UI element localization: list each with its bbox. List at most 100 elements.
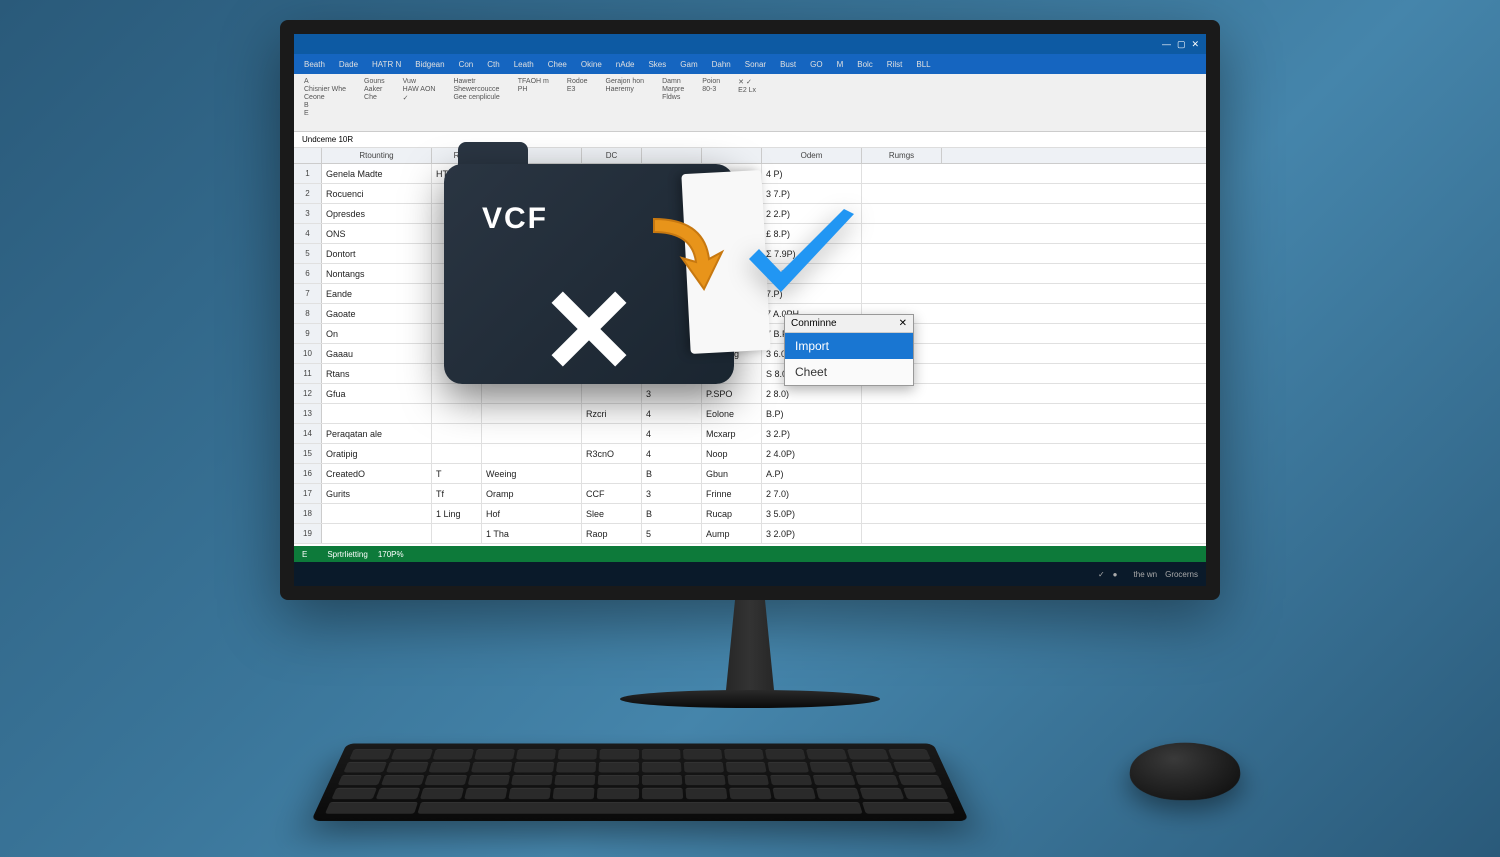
ribbon-tab[interactable]: Beath (304, 60, 325, 69)
row-header[interactable]: 11 (294, 364, 322, 383)
taskbar-item[interactable]: ✓ (1098, 570, 1105, 579)
cell[interactable]: Oramp (482, 484, 582, 503)
ribbon-control[interactable]: E2 Lx (738, 87, 756, 94)
ribbon-control[interactable]: ✕ ✓ (738, 78, 756, 86)
row-header[interactable]: 5 (294, 244, 322, 263)
row-header[interactable]: 3 (294, 204, 322, 223)
cell[interactable]: 1 Tha (482, 524, 582, 543)
cell[interactable]: 3 (642, 484, 702, 503)
cell[interactable] (582, 424, 642, 443)
row-header[interactable]: 6 (294, 264, 322, 283)
cell[interactable]: Aump (702, 524, 762, 543)
taskbar-item[interactable]: Grocerns (1165, 570, 1198, 579)
cell[interactable] (322, 404, 432, 423)
cell[interactable]: Tf (432, 484, 482, 503)
ribbon-tab[interactable]: HATR N (372, 60, 401, 69)
ribbon-control[interactable]: HAW AON (403, 86, 436, 93)
row-header[interactable]: 19 (294, 524, 322, 543)
cell[interactable]: Dontort (322, 244, 432, 263)
cell[interactable]: Gfua (322, 384, 432, 403)
ribbon-control[interactable]: Chisnier Whe (304, 86, 346, 93)
cell[interactable]: Eande (322, 284, 432, 303)
ribbon-control[interactable]: Gee cenplicule (453, 94, 499, 101)
row-header[interactable]: 7 (294, 284, 322, 303)
cell[interactable]: Eolone (702, 404, 762, 423)
select-all-corner[interactable] (294, 148, 322, 163)
cell[interactable]: Frinne (702, 484, 762, 503)
ribbon-control[interactable]: Fldws (662, 94, 684, 101)
row-header[interactable]: 9 (294, 324, 322, 343)
ribbon-control[interactable]: B (304, 102, 346, 109)
row-header[interactable]: 16 (294, 464, 322, 483)
cell[interactable]: T (432, 464, 482, 483)
maximize-button[interactable]: ▢ (1177, 39, 1186, 50)
cell[interactable]: Hof (482, 504, 582, 523)
cell[interactable]: R3cnO (582, 444, 642, 463)
cell[interactable]: 3 7.P) (762, 184, 862, 203)
cell[interactable]: Nontangs (322, 264, 432, 283)
minimize-button[interactable]: — (1162, 39, 1171, 49)
ribbon-control[interactable]: E3 (567, 86, 588, 93)
cell[interactable]: B (642, 504, 702, 523)
cell[interactable] (432, 424, 482, 443)
ribbon-tab[interactable]: Sonar (745, 60, 766, 69)
cell[interactable]: CreatedO (322, 464, 432, 483)
cell[interactable] (482, 404, 582, 423)
ribbon-control[interactable]: Poion (702, 78, 720, 85)
ribbon-tab[interactable]: Con (459, 60, 474, 69)
ribbon-tab[interactable]: GO (810, 60, 822, 69)
ribbon-tab[interactable]: Chee (548, 60, 567, 69)
ribbon-control[interactable]: TFAOH m (518, 78, 549, 85)
ribbon-tab[interactable]: nAde (616, 60, 635, 69)
cell[interactable]: 2 4.0P) (762, 444, 862, 463)
ribbon-control[interactable]: Rodoe (567, 78, 588, 85)
taskbar-item[interactable]: ● (1113, 570, 1118, 579)
ribbon-control[interactable]: Haeremy (606, 86, 645, 93)
cell[interactable]: 1 Ling (432, 504, 482, 523)
menu-item-import[interactable]: Import (785, 333, 913, 359)
cell[interactable]: 4 (642, 404, 702, 423)
cell[interactable]: Gaoate (322, 304, 432, 323)
row-header[interactable]: 15 (294, 444, 322, 463)
cell[interactable]: Peraqatan ale (322, 424, 432, 443)
ribbon-control[interactable]: Aaker (364, 86, 385, 93)
cell[interactable] (432, 444, 482, 463)
cell[interactable]: Rucap (702, 504, 762, 523)
cell[interactable]: 3 5.0P) (762, 504, 862, 523)
ribbon-control[interactable]: Gouns (364, 78, 385, 85)
column-header[interactable]: Odem (762, 148, 862, 163)
cell[interactable]: Rocuenci (322, 184, 432, 203)
cell[interactable]: A.P) (762, 464, 862, 483)
ribbon-control[interactable]: Hawetr (453, 78, 499, 85)
cell[interactable] (582, 464, 642, 483)
ribbon-control[interactable]: PH (518, 86, 549, 93)
ribbon-tab[interactable]: Skes (648, 60, 666, 69)
ribbon-control[interactable]: Ceone (304, 94, 346, 101)
cell[interactable] (432, 524, 482, 543)
cell[interactable]: Slee (582, 504, 642, 523)
row-header[interactable]: 1 (294, 164, 322, 183)
row-header[interactable]: 17 (294, 484, 322, 503)
row-header[interactable]: 10 (294, 344, 322, 363)
ribbon-control[interactable]: ✓ (403, 94, 436, 102)
ribbon-control[interactable]: Shewercoucce (453, 86, 499, 93)
cell[interactable]: 2 7.0) (762, 484, 862, 503)
menu-item-cheet[interactable]: Cheet (785, 359, 913, 385)
cell[interactable]: CCF (582, 484, 642, 503)
cell[interactable]: 4 P) (762, 164, 862, 183)
cell[interactable]: B (642, 464, 702, 483)
row-header[interactable]: 12 (294, 384, 322, 403)
ribbon-control[interactable]: Marpre (662, 86, 684, 93)
ribbon-tab[interactable]: Dade (339, 60, 358, 69)
cell[interactable]: 2 8.0) (762, 384, 862, 403)
cell[interactable] (482, 424, 582, 443)
cell[interactable]: B.P) (762, 404, 862, 423)
row-header[interactable]: 18 (294, 504, 322, 523)
cell[interactable]: Gaaau (322, 344, 432, 363)
cell[interactable]: ONS (322, 224, 432, 243)
ribbon-tab[interactable]: BLL (916, 60, 930, 69)
cell[interactable]: Opresdes (322, 204, 432, 223)
cell[interactable]: 4 (642, 444, 702, 463)
ribbon-tab[interactable]: Bidgean (415, 60, 444, 69)
cell[interactable]: 3 2.0P) (762, 524, 862, 543)
